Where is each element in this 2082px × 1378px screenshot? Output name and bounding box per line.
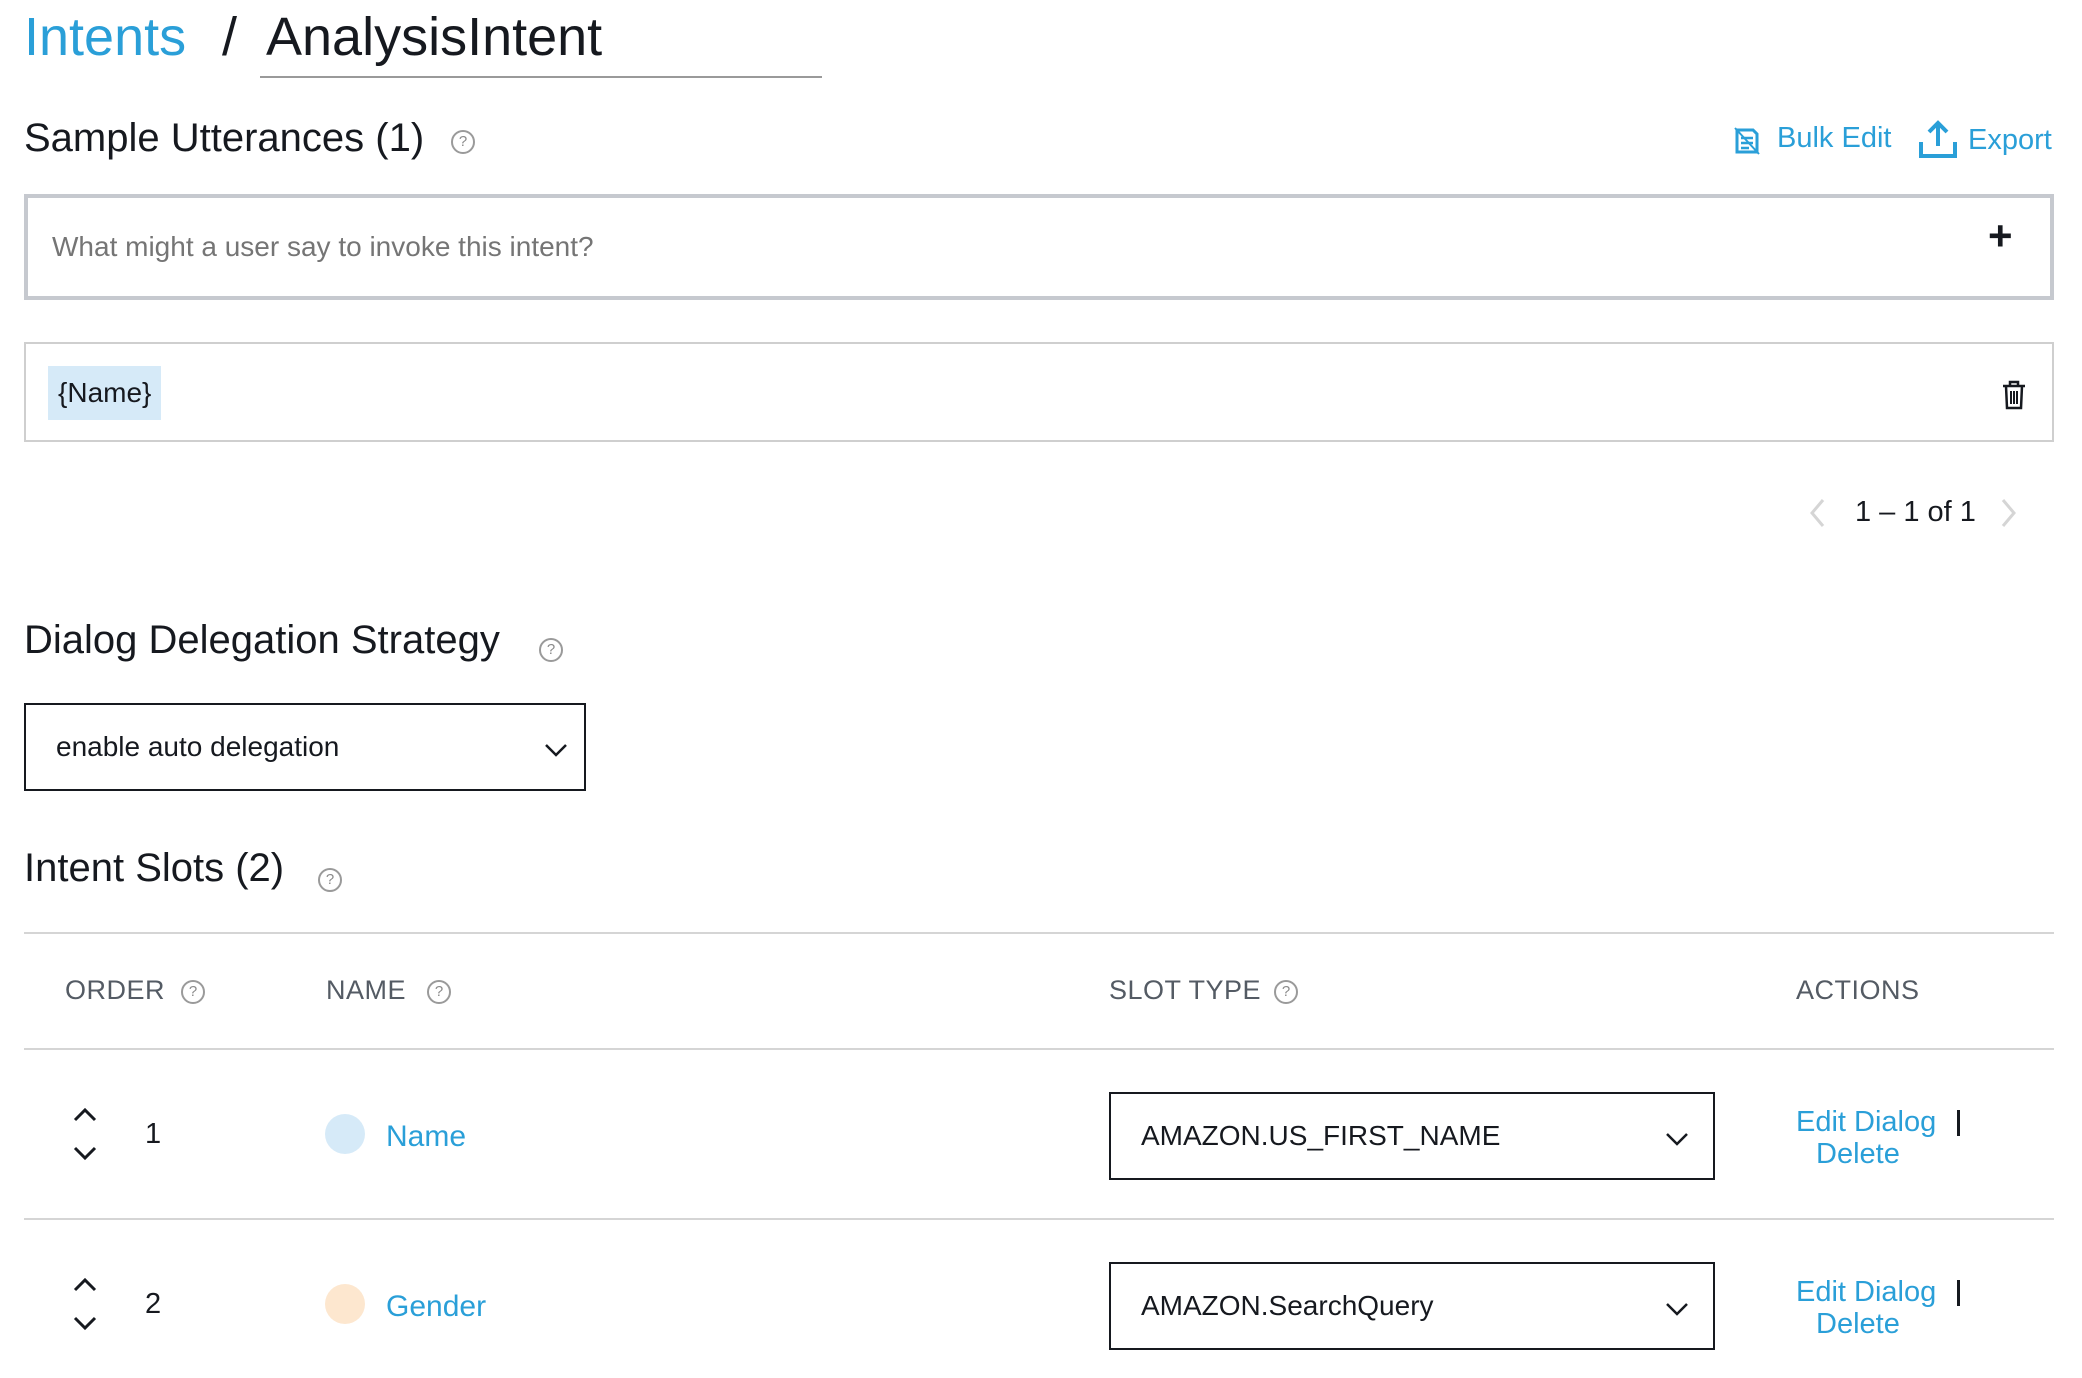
column-header-slot-type: SLOT TYPE: [1109, 975, 1262, 1005]
dialog-delegation-title: Dialog Delegation Strategy: [24, 618, 500, 662]
move-up-chevron-icon[interactable]: [72, 1277, 98, 1293]
delegation-strategy-value: enable auto delegation: [56, 731, 340, 762]
slot-name-link[interactable]: Name: [386, 1120, 466, 1154]
add-utterance-button[interactable]: +: [1988, 212, 2013, 260]
move-down-chevron-icon[interactable]: [72, 1315, 98, 1331]
intent-name-underline: [260, 76, 822, 78]
intent-slots-title: Intent Slots (2): [24, 846, 285, 890]
delegation-strategy-select[interactable]: enable auto delegation: [24, 703, 586, 791]
edit-dialog-link[interactable]: Edit Dialog: [1796, 1106, 1936, 1139]
delete-utterance-trash-icon[interactable]: [2001, 380, 2027, 410]
slot-type-select[interactable]: AMAZON.US_FIRST_NAME: [1109, 1092, 1715, 1180]
edit-dialog-link[interactable]: Edit Dialog: [1796, 1276, 1936, 1309]
slot-color-dot: [325, 1114, 365, 1154]
bulk-edit-icon: [1734, 127, 1760, 155]
sample-utterances-help-icon[interactable]: ?: [451, 130, 475, 154]
order-help-icon[interactable]: ?: [181, 980, 205, 1004]
slot-type-select[interactable]: AMAZON.SearchQuery: [1109, 1262, 1715, 1350]
utterance-slot-token[interactable]: {Name}: [48, 366, 162, 420]
slot-type-help-icon[interactable]: ?: [1274, 980, 1298, 1004]
column-header-actions: ACTIONS: [1796, 975, 1920, 1005]
slot-color-dot: [325, 1284, 365, 1324]
intent-slots-help-icon[interactable]: ?: [318, 868, 342, 892]
utterance-input[interactable]: [50, 224, 1934, 270]
slot-type-value: AMAZON.US_FIRST_NAME: [1141, 1120, 1501, 1151]
breadcrumb-separator: /: [222, 7, 238, 67]
chevron-down-icon: [1666, 1303, 1688, 1316]
slot-order-number: 2: [145, 1288, 162, 1320]
action-separator: [1957, 1280, 1960, 1306]
dialog-delegation-help-icon[interactable]: ?: [539, 638, 563, 662]
chevron-down-icon: [545, 744, 567, 757]
table-row: 2 Gender AMAZON.SearchQuery Edit Dialog …: [24, 1220, 2054, 1378]
pagination-prev-icon[interactable]: [1808, 497, 1828, 529]
slot-order-number: 1: [145, 1118, 162, 1150]
slot-name-link[interactable]: Gender: [386, 1290, 486, 1324]
export-label: Export: [1968, 124, 2052, 156]
sample-utterances-title: Sample Utterances (1): [24, 116, 425, 160]
table-row: 1 Name AMAZON.US_FIRST_NAME Edit Dialog …: [24, 1050, 2054, 1218]
column-header-order: ORDER: [65, 975, 166, 1005]
column-header-name: NAME: [326, 975, 407, 1005]
utterance-list-item: {Name}: [24, 342, 2054, 442]
chevron-down-icon: [1666, 1133, 1688, 1146]
move-up-chevron-icon[interactable]: [72, 1107, 98, 1123]
utterance-input-box[interactable]: +: [24, 194, 2054, 300]
breadcrumb-intents-link[interactable]: Intents: [24, 6, 186, 68]
slots-table-top-divider: [24, 932, 2054, 934]
delete-slot-link[interactable]: Delete: [1816, 1138, 1900, 1171]
name-help-icon[interactable]: ?: [427, 980, 451, 1004]
pagination-next-icon[interactable]: [1998, 497, 2018, 529]
move-down-chevron-icon[interactable]: [72, 1145, 98, 1161]
slot-type-value: AMAZON.SearchQuery: [1141, 1290, 1434, 1321]
delete-slot-link[interactable]: Delete: [1816, 1308, 1900, 1341]
export-upload-icon: [1919, 120, 1957, 158]
bulk-edit-label: Bulk Edit: [1777, 122, 1892, 154]
pagination-range: 1 – 1 of 1: [1855, 496, 1976, 528]
intent-name-field[interactable]: AnalysisIntent: [266, 6, 602, 68]
action-separator: [1957, 1110, 1960, 1136]
